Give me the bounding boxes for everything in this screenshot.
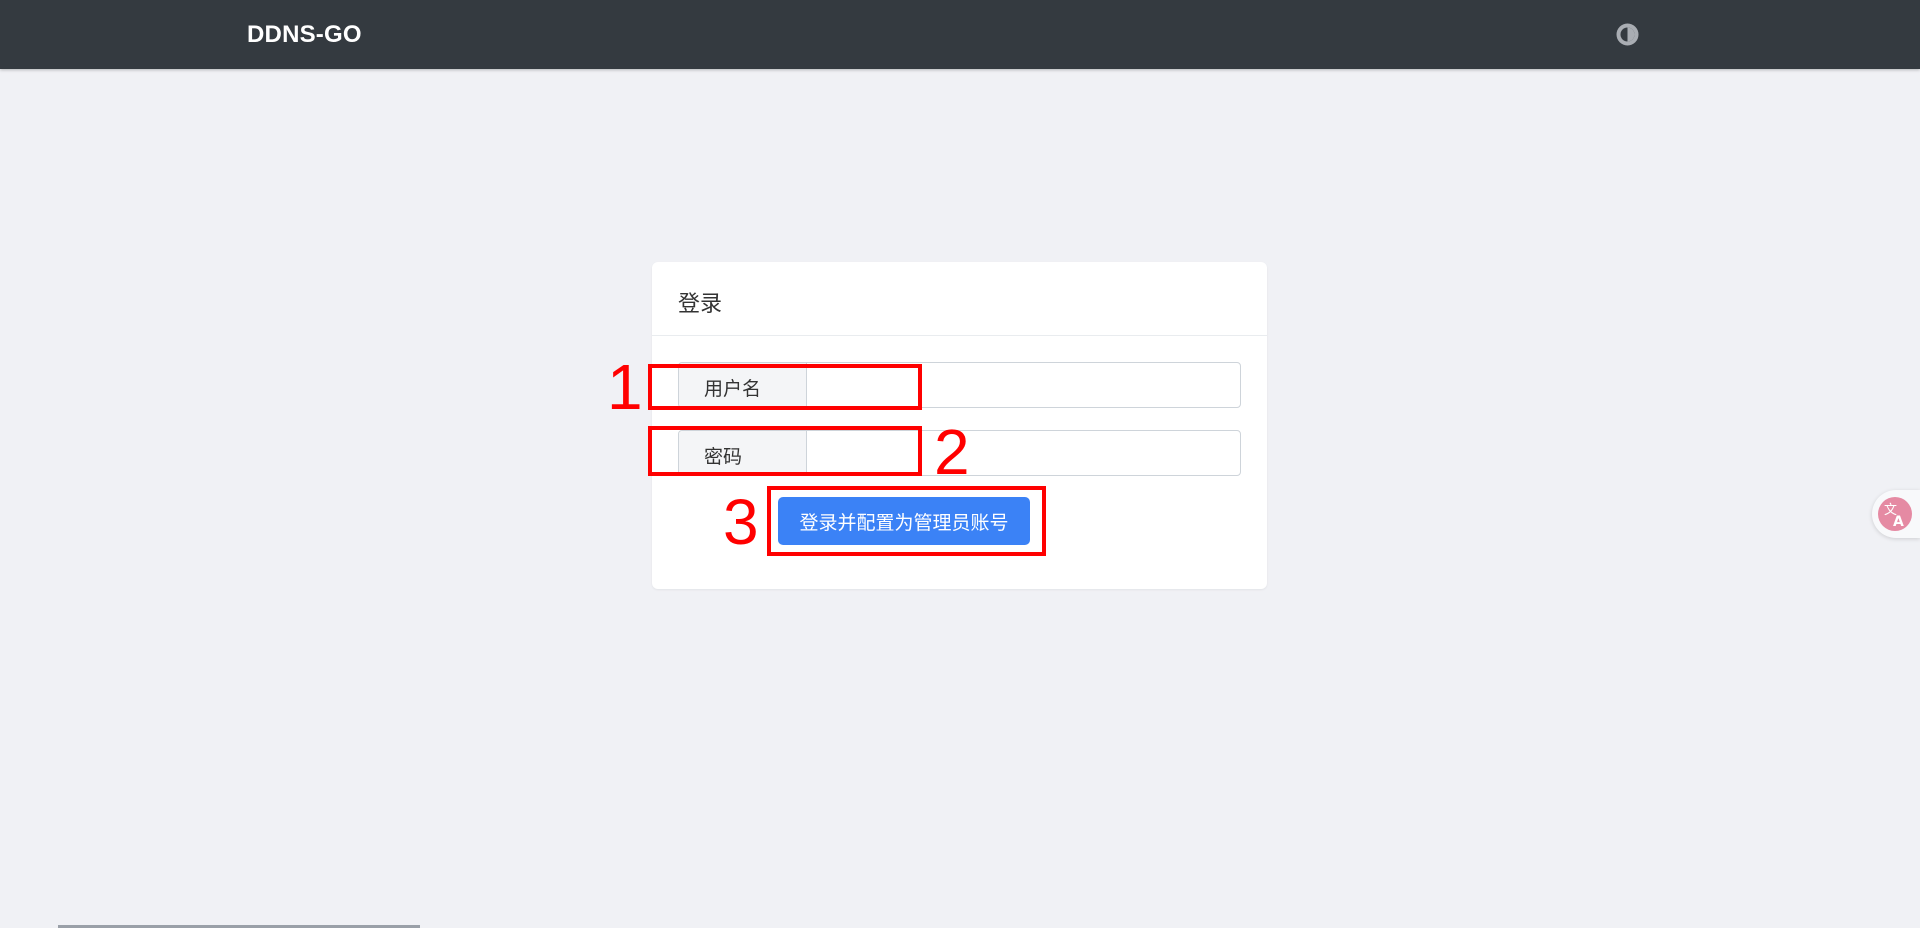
annotation-box-1 <box>648 364 922 410</box>
translate-icon: 文 A <box>1878 497 1912 531</box>
login-card-header: 登录 <box>652 262 1267 336</box>
annotation-box-3 <box>767 486 1046 556</box>
annotation-number-2: 2 <box>934 416 970 488</box>
annotation-number-3: 3 <box>723 486 759 558</box>
svg-text:A: A <box>1893 514 1904 530</box>
translate-extension-button[interactable]: 文 A <box>1872 490 1920 538</box>
annotation-box-2 <box>648 426 922 476</box>
theme-toggle-icon[interactable] <box>1615 22 1640 47</box>
annotation-number-1: 1 <box>607 351 643 423</box>
top-navbar: DDNS-GO <box>0 0 1920 69</box>
brand-logo-text[interactable]: DDNS-GO <box>247 21 362 49</box>
login-title: 登录 <box>678 292 723 317</box>
